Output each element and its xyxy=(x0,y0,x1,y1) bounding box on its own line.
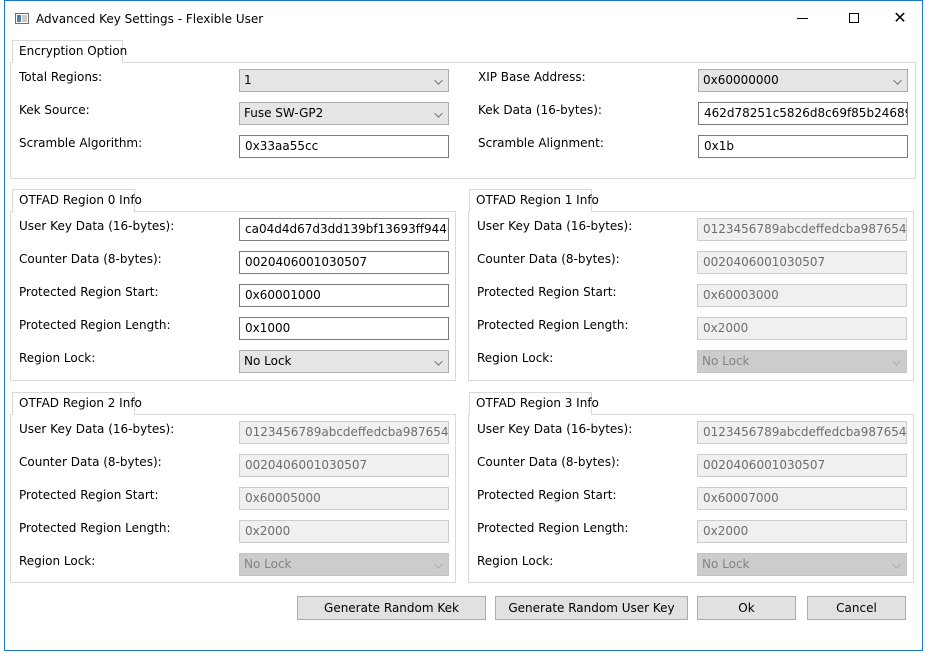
generate-random-user-key-button[interactable]: Generate Random User Key xyxy=(495,596,688,620)
region-3-counter-label: Counter Data (8-bytes): xyxy=(477,455,620,469)
otfad-region-3-tab: OTFAD Region 3 Info xyxy=(469,392,599,415)
close-button[interactable]: ✕ xyxy=(877,0,923,36)
otfad-region-2-tab: OTFAD Region 2 Info xyxy=(12,392,142,415)
region-3-length-label: Protected Region Length: xyxy=(477,521,629,535)
region-0-length-label: Protected Region Length: xyxy=(19,318,171,332)
chevron-down-icon xyxy=(434,76,443,85)
region-3-lock-label: Region Lock: xyxy=(477,554,554,568)
region-3-lock-dropdown: No Lock xyxy=(697,553,907,576)
app-icon xyxy=(15,13,29,24)
region-2-counter-input: 0020406001030507 xyxy=(239,454,449,477)
ok-button[interactable]: Ok xyxy=(697,596,796,620)
minimize-button[interactable] xyxy=(779,0,825,36)
generate-random-kek-button[interactable]: Generate Random Kek xyxy=(297,596,486,620)
region-0-start-label: Protected Region Start: xyxy=(19,285,159,299)
region-3-counter-input: 0020406001030507 xyxy=(697,454,907,477)
region-3-user-key-input: 0123456789abcdeffedcba9876543210 xyxy=(697,421,907,444)
close-icon: ✕ xyxy=(893,8,907,27)
region-0-lock-dropdown[interactable]: No Lock xyxy=(239,350,449,373)
region-2-counter-label: Counter Data (8-bytes): xyxy=(19,455,162,469)
region-0-counter-input[interactable]: 0020406001030507 xyxy=(239,251,449,274)
region-2-user-key-label: User Key Data (16-bytes): xyxy=(19,422,175,436)
region-1-length-label: Protected Region Length: xyxy=(477,318,629,332)
region-2-lock-value: No Lock xyxy=(244,557,292,571)
chevron-down-icon xyxy=(892,560,901,569)
region-0-user-key-label: User Key Data (16-bytes): xyxy=(19,219,175,233)
region-0-counter-label: Counter Data (8-bytes): xyxy=(19,252,162,266)
region-2-user-key-input: 0123456789abcdeffedcba9876543210 xyxy=(239,421,449,444)
scramble-alignment-input[interactable]: 0x1b xyxy=(698,135,908,158)
otfad-region-0-tab: OTFAD Region 0 Info xyxy=(12,189,142,212)
region-2-length-input: 0x2000 xyxy=(239,520,449,543)
scramble-algorithm-input[interactable]: 0x33aa55cc xyxy=(239,135,449,158)
region-3-lock-value: No Lock xyxy=(702,557,750,571)
chevron-down-icon xyxy=(892,357,901,366)
kek-source-label: Kek Source: xyxy=(19,103,90,117)
xip-base-address-label: XIP Base Address: xyxy=(478,70,586,84)
region-3-length-input: 0x2000 xyxy=(697,520,907,543)
region-3-user-key-label: User Key Data (16-bytes): xyxy=(477,422,633,436)
title-bar: Advanced Key Settings - Flexible User ✕ xyxy=(5,0,922,38)
region-2-lock-dropdown: No Lock xyxy=(239,553,449,576)
kek-source-dropdown[interactable]: Fuse SW-GP2 xyxy=(239,102,449,125)
region-3-start-label: Protected Region Start: xyxy=(477,488,617,502)
chevron-down-icon xyxy=(434,560,443,569)
cancel-button[interactable]: Cancel xyxy=(807,596,906,620)
total-regions-dropdown[interactable]: 1 xyxy=(239,69,449,92)
xip-base-address-value: 0x60000000 xyxy=(703,73,779,87)
scramble-algorithm-label: Scramble Algorithm: xyxy=(19,136,143,150)
total-regions-value: 1 xyxy=(244,73,252,87)
region-1-lock-label: Region Lock: xyxy=(477,351,554,365)
window-title: Advanced Key Settings - Flexible User xyxy=(36,12,264,26)
region-1-user-key-label: User Key Data (16-bytes): xyxy=(477,219,633,233)
encryption-option-tab: Encryption Option xyxy=(12,40,127,63)
region-2-start-input: 0x60005000 xyxy=(239,487,449,510)
minimize-icon xyxy=(796,17,808,19)
scramble-alignment-label: Scramble Alignment: xyxy=(478,136,604,150)
kek-data-input[interactable]: 462d78251c5826d8c69f85b24689a23f xyxy=(698,102,908,125)
region-2-start-label: Protected Region Start: xyxy=(19,488,159,502)
total-regions-label: Total Regions: xyxy=(19,70,103,84)
xip-base-address-dropdown[interactable]: 0x60000000 xyxy=(698,69,908,92)
kek-data-label: Kek Data (16-bytes): xyxy=(478,103,602,117)
region-0-lock-value: No Lock xyxy=(244,354,292,368)
kek-source-value: Fuse SW-GP2 xyxy=(244,106,324,120)
region-0-user-key-input[interactable]: ca04d4d67d3dd139bf13693ff94467ba xyxy=(239,218,449,241)
region-2-length-label: Protected Region Length: xyxy=(19,521,171,535)
region-1-start-input: 0x60003000 xyxy=(697,284,907,307)
region-1-counter-label: Counter Data (8-bytes): xyxy=(477,252,620,266)
region-0-length-input[interactable]: 0x1000 xyxy=(239,317,449,340)
maximize-button[interactable] xyxy=(831,0,877,36)
region-0-lock-label: Region Lock: xyxy=(19,351,96,365)
chevron-down-icon xyxy=(893,76,902,85)
region-3-start-input: 0x60007000 xyxy=(697,487,907,510)
region-1-start-label: Protected Region Start: xyxy=(477,285,617,299)
region-1-counter-input: 0020406001030507 xyxy=(697,251,907,274)
region-1-length-input: 0x2000 xyxy=(697,317,907,340)
region-1-lock-dropdown: No Lock xyxy=(697,350,907,373)
chevron-down-icon xyxy=(434,109,443,118)
region-2-lock-label: Region Lock: xyxy=(19,554,96,568)
chevron-down-icon xyxy=(434,357,443,366)
maximize-icon xyxy=(849,13,859,23)
otfad-region-1-tab: OTFAD Region 1 Info xyxy=(469,189,599,212)
region-0-start-input[interactable]: 0x60001000 xyxy=(239,284,449,307)
region-1-lock-value: No Lock xyxy=(702,354,750,368)
region-1-user-key-input: 0123456789abcdeffedcba9876543210 xyxy=(697,218,907,241)
